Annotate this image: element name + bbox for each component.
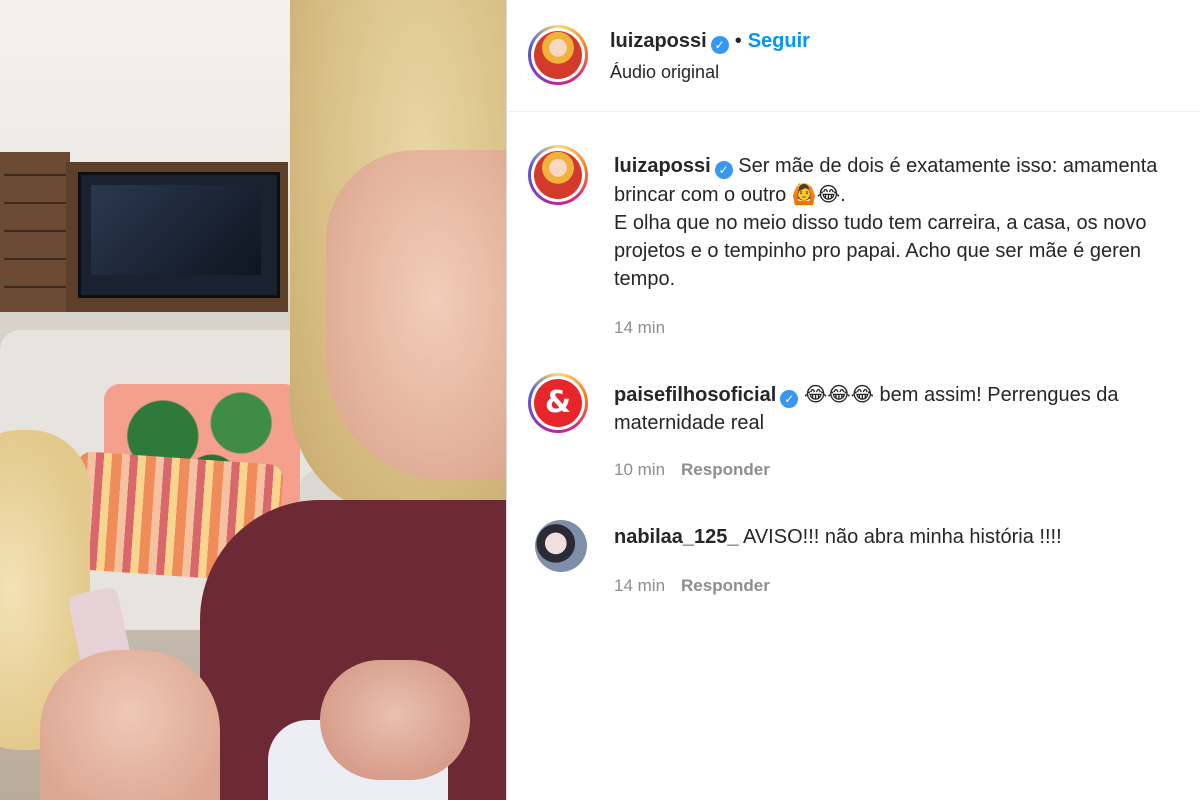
caption-text-2: brincar com o outro <box>614 184 792 206</box>
comment-timestamp[interactable]: 10 min <box>614 460 665 479</box>
post-header: luizapossi ✓ • Seguir Áudio original <box>507 0 1200 112</box>
comment-emojis: 😂😂😂 <box>803 382 874 406</box>
bookshelf <box>0 152 70 312</box>
comment-line-1: paisefilhosoficial ✓ 😂😂😂 bem assim! Perre… <box>614 380 1200 409</box>
comment-username[interactable]: nabilaa_125_ <box>614 526 739 548</box>
verified-badge-icon: ✓ <box>714 161 733 179</box>
comment-avatar[interactable] <box>535 520 587 572</box>
caption-username[interactable]: luizapossi <box>614 155 711 177</box>
caption-avatar[interactable] <box>528 145 588 205</box>
comment: nabilaa_125_ AVISO!!! não abra minha his… <box>614 523 1200 551</box>
caption: luizapossi ✓ Ser mãe de dois é exatamente… <box>614 152 1200 293</box>
verified-badge-icon: ✓ <box>710 36 729 54</box>
woman-face <box>326 150 506 480</box>
caption-text-5: tempo. <box>614 268 676 290</box>
caption-line-1: luizapossi ✓ Ser mãe de dois é exatamente… <box>614 152 1200 180</box>
comment-username[interactable]: paisefilhosoficial <box>614 384 776 406</box>
post-media-video[interactable] <box>0 0 506 800</box>
comment-avatar[interactable]: & <box>528 373 588 433</box>
comment-meta: 14 min Responder <box>614 576 770 596</box>
comment-meta: 10 min Responder <box>614 460 770 480</box>
caption-text-1: Ser mãe de dois é exatamente isso: amame… <box>738 155 1158 177</box>
audio-link[interactable]: Áudio original <box>610 62 719 82</box>
comment: paisefilhosoficial ✓ 😂😂😂 bem assim! Perre… <box>614 380 1200 437</box>
caption-emojis: 🙆😂 <box>791 182 841 206</box>
hand <box>40 650 220 800</box>
follow-button[interactable]: Seguir <box>748 30 810 52</box>
caption-text-2-end: . <box>840 184 846 206</box>
caption-line-2: brincar com o outro 🙆😂. <box>614 180 1200 209</box>
caption-text-4: projetos e o tempinho pro papai. Acho qu… <box>614 240 1142 262</box>
caption-timestamp[interactable]: 14 min <box>614 318 665 338</box>
author-avatar[interactable] <box>528 25 588 85</box>
audio-label[interactable]: Áudio original <box>610 62 719 83</box>
post-panel: luizapossi ✓ • Seguir Áudio original luizap… <box>507 0 1200 800</box>
comment-line-1: nabilaa_125_ AVISO!!! não abra minha his… <box>614 523 1200 551</box>
comment-text-1: AVISO!!! não abra minha história !!!! <box>742 526 1062 548</box>
reply-button[interactable]: Responder <box>681 576 770 595</box>
verified-badge-icon: ✓ <box>780 390 799 408</box>
caption-text-3: E olha que no meio disso tudo tem carrei… <box>614 212 1147 234</box>
comment-text-2: maternidade real <box>614 412 765 434</box>
brand-logo-icon: & <box>534 379 582 427</box>
television <box>78 172 280 298</box>
separator-dot: • <box>734 30 742 52</box>
comment-text-1: bem assim! Perrengues da <box>873 384 1119 406</box>
header-name-row: luizapossi ✓ • Seguir <box>610 30 810 54</box>
comment-timestamp[interactable]: 14 min <box>614 576 665 595</box>
author-username[interactable]: luizapossi <box>610 30 707 52</box>
baby-head <box>320 660 470 780</box>
reply-button[interactable]: Responder <box>681 460 770 479</box>
